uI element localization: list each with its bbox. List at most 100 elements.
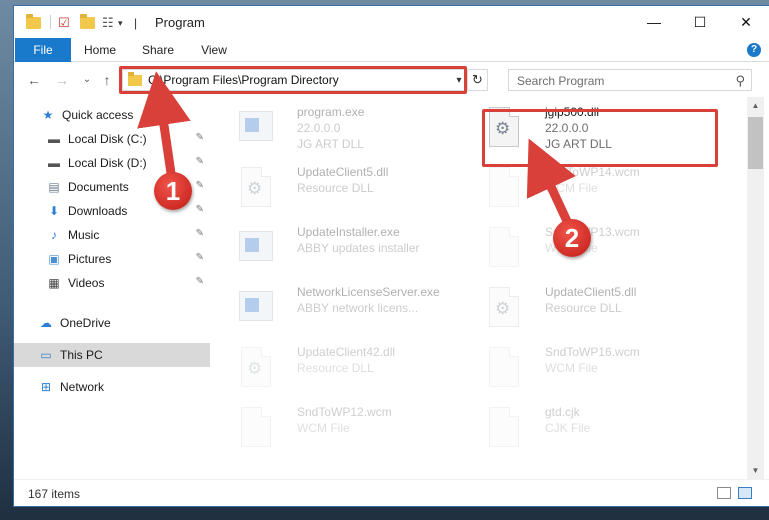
nav-label: Local Disk (C:) bbox=[68, 132, 147, 146]
explorer-window: ☑ ☷ ▾ | Program — ☐ ✕ File Home Share Vi… bbox=[14, 6, 769, 506]
back-button[interactable]: ← bbox=[25, 71, 43, 89]
navigation-pane: ★ Quick access ▬ Local Disk (C:) ✎ ▬ Loc… bbox=[14, 97, 210, 479]
file-item[interactable]: ⚙ UpdateClient5.dll Resource DLL bbox=[459, 281, 699, 337]
file-type: WCM File bbox=[297, 421, 350, 435]
file-type: Resource DLL bbox=[297, 181, 374, 195]
file-name: gtd.cjk bbox=[545, 405, 580, 419]
file-item[interactable]: UpdateInstaller.exe ABBY updates install… bbox=[211, 221, 451, 277]
item-count: 167 items bbox=[28, 487, 81, 501]
file-description: ABBY updates installer bbox=[297, 241, 420, 255]
callout-1: 1 bbox=[154, 172, 192, 210]
vertical-scrollbar[interactable]: ▲ ▼ bbox=[747, 97, 764, 479]
document-icon bbox=[485, 407, 525, 453]
nav-local-disk-d[interactable]: ▬ Local Disk (D:) ✎ bbox=[14, 151, 210, 175]
document-icon bbox=[485, 227, 525, 273]
pin-icon[interactable]: ✎ bbox=[196, 204, 204, 215]
pin-icon[interactable]: ✎ bbox=[196, 276, 204, 287]
search-input[interactable]: Search Program ⚲ bbox=[508, 69, 752, 91]
file-name: UpdateClient5.dll bbox=[545, 285, 637, 299]
close-button[interactable]: ✕ bbox=[723, 6, 769, 38]
tab-share[interactable]: Share bbox=[132, 38, 184, 62]
window-title: Program bbox=[155, 15, 205, 30]
scroll-down-icon[interactable]: ▼ bbox=[747, 462, 764, 479]
document-icon bbox=[485, 167, 525, 213]
chevron-down-icon[interactable]: ▾ bbox=[118, 15, 123, 31]
file-item[interactable]: ⚙ UpdateClient42.dll Resource DLL bbox=[211, 341, 451, 397]
tab-view[interactable]: View bbox=[190, 38, 238, 62]
pin-icon[interactable]: ✎ bbox=[196, 156, 204, 167]
pin-icon[interactable]: ✎ bbox=[196, 132, 204, 143]
nav-network[interactable]: ⊞ Network bbox=[14, 375, 210, 399]
separator bbox=[50, 15, 51, 29]
refresh-button[interactable]: ↻ bbox=[467, 70, 487, 90]
minimize-button[interactable]: — bbox=[631, 6, 677, 38]
tiles-view-icon[interactable] bbox=[738, 487, 752, 499]
nav-label: Music bbox=[68, 228, 100, 242]
pin-icon[interactable]: ✎ bbox=[196, 252, 204, 263]
scroll-thumb[interactable] bbox=[748, 117, 763, 169]
nav-this-pc[interactable]: ▭ This PC bbox=[14, 343, 210, 367]
file-description: ABBY network licens... bbox=[297, 301, 419, 315]
file-name: UpdateClient5.dll bbox=[297, 165, 389, 179]
cloud-icon: ☁ bbox=[40, 316, 52, 330]
nav-music[interactable]: ♪ Music ✎ bbox=[14, 223, 210, 247]
network-icon: ⊞ bbox=[40, 380, 52, 394]
file-item[interactable]: SndToWP16.wcm WCM File bbox=[459, 341, 699, 397]
forward-button[interactable]: → bbox=[53, 71, 71, 89]
details-view-icon[interactable] bbox=[717, 487, 731, 499]
maximize-button[interactable]: ☐ bbox=[677, 6, 723, 38]
file-type: Resource DLL bbox=[545, 301, 622, 315]
nav-label: Videos bbox=[68, 276, 105, 290]
up-button[interactable]: ↑ bbox=[98, 71, 116, 89]
address-row: ← → ⌄ ↑ C:\Program Files\Program Directo… bbox=[14, 63, 769, 97]
properties-icon[interactable]: ☑ bbox=[58, 15, 70, 31]
tab-file[interactable]: File bbox=[15, 38, 71, 62]
file-item[interactable]: NetworkLicenseServer.exe ABBY network li… bbox=[211, 281, 451, 337]
file-type: WCM File bbox=[545, 181, 598, 195]
pictures-icon: ▣ bbox=[48, 252, 60, 266]
file-type: Resource DLL bbox=[297, 361, 374, 375]
music-icon: ♪ bbox=[51, 228, 57, 242]
customize-icon[interactable]: ☷ bbox=[102, 15, 114, 31]
file-item[interactable]: SndToWP14.wcm WCM File bbox=[459, 161, 699, 217]
scroll-up-icon[interactable]: ▲ bbox=[747, 97, 764, 114]
pipe-separator: | bbox=[134, 16, 138, 30]
file-version: 22.0.0.0 bbox=[297, 121, 341, 135]
drive-icon: ▬ bbox=[48, 156, 60, 170]
nav-onedrive[interactable]: ☁ OneDrive bbox=[14, 311, 210, 335]
computer-icon: ▭ bbox=[40, 348, 52, 362]
dll-file-icon: ⚙ bbox=[485, 287, 525, 333]
help-icon[interactable]: ? bbox=[747, 43, 761, 57]
file-name: UpdateClient42.dll bbox=[297, 345, 396, 359]
file-item[interactable]: SndToWP12.wcm WCM File bbox=[211, 401, 451, 457]
nav-videos[interactable]: ▦ Videos ✎ bbox=[14, 271, 210, 295]
file-name: SndToWP12.wcm bbox=[297, 405, 392, 419]
downloads-icon: ⬇ bbox=[48, 204, 60, 218]
file-name: NetworkLicenseServer.exe bbox=[297, 285, 440, 299]
recent-locations-button[interactable]: ⌄ bbox=[78, 71, 96, 89]
search-placeholder: Search Program bbox=[517, 74, 605, 88]
document-icon bbox=[485, 347, 525, 393]
dll-file-icon: ⚙ bbox=[237, 167, 277, 213]
new-folder-icon[interactable] bbox=[80, 14, 95, 31]
file-item[interactable]: ⚙ UpdateClient5.dll Resource DLL bbox=[211, 161, 451, 217]
nav-label: Pictures bbox=[68, 252, 112, 266]
tab-home[interactable]: Home bbox=[76, 38, 124, 62]
nav-label: OneDrive bbox=[60, 316, 111, 330]
videos-icon: ▦ bbox=[48, 276, 60, 290]
nav-local-disk-c[interactable]: ▬ Local Disk (C:) ✎ bbox=[14, 127, 210, 151]
documents-icon: ▤ bbox=[48, 180, 60, 194]
nav-label: Network bbox=[60, 380, 105, 394]
search-icon[interactable]: ⚲ bbox=[735, 73, 745, 89]
file-highlight-box bbox=[482, 109, 718, 167]
nav-label: Downloads bbox=[68, 204, 128, 218]
nav-quick-access[interactable]: ★ Quick access bbox=[14, 103, 210, 127]
pin-icon[interactable]: ✎ bbox=[196, 228, 204, 239]
file-item[interactable]: gtd.cjk CJK File bbox=[459, 401, 699, 457]
file-type: CJK File bbox=[545, 421, 591, 435]
nav-pictures[interactable]: ▣ Pictures ✎ bbox=[14, 247, 210, 271]
pin-icon[interactable]: ✎ bbox=[196, 180, 204, 191]
file-list: program.exe 22.0.0.0 JG ART DLL ⚙ jgip50… bbox=[211, 97, 747, 479]
file-name: UpdateInstaller.exe bbox=[297, 225, 400, 239]
file-item[interactable]: program.exe 22.0.0.0 JG ART DLL bbox=[211, 101, 451, 157]
